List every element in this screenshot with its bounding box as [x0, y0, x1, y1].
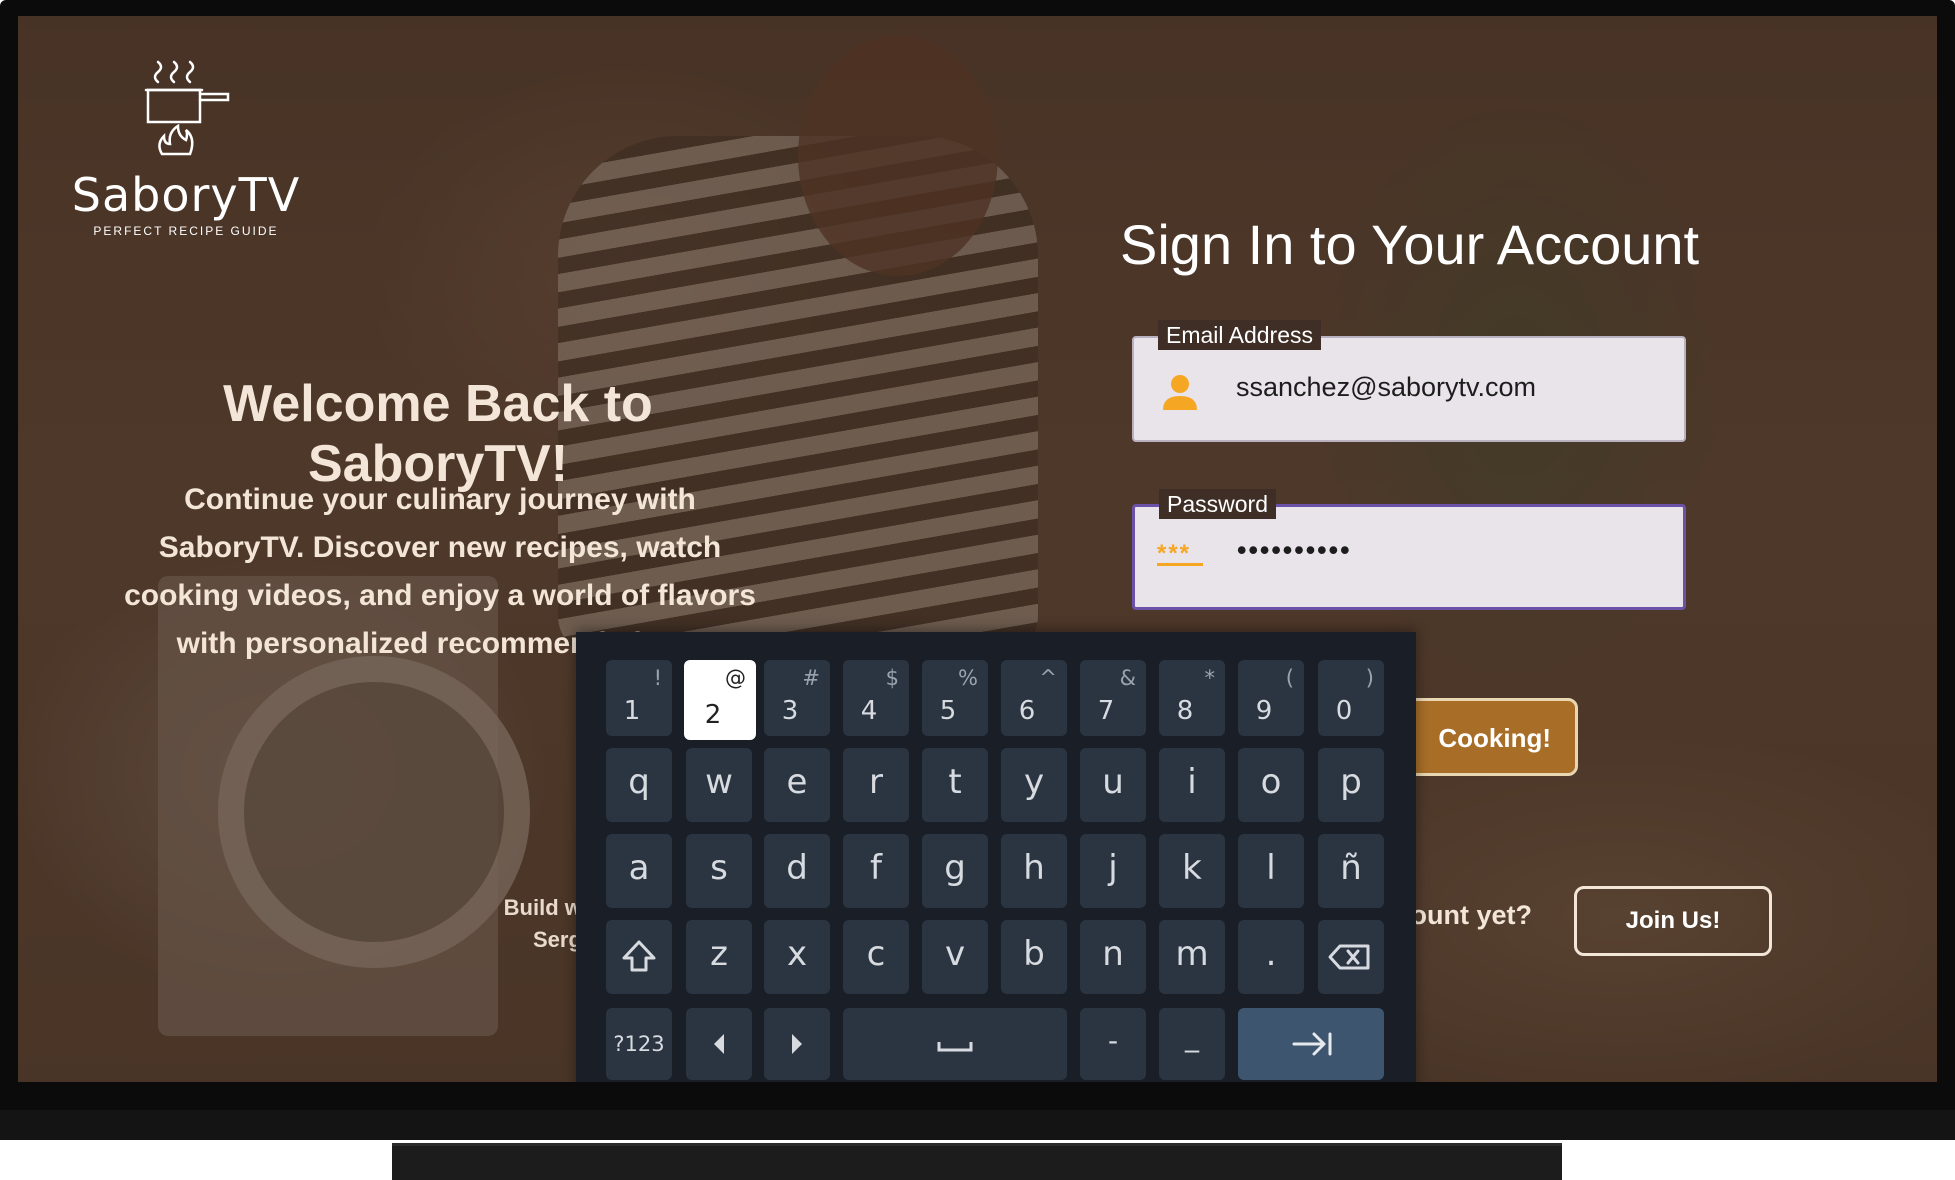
key-0[interactable]: 0) — [1318, 660, 1384, 736]
key-v[interactable]: v — [922, 920, 988, 994]
caret-right-icon — [792, 1034, 802, 1054]
key-c[interactable]: c — [843, 920, 909, 994]
credit-text: Build wi Sergi — [448, 892, 588, 956]
brand-name: SaboryTV — [71, 168, 301, 222]
email-field[interactable]: Email Address ssanchez@saborytv.com — [1132, 320, 1686, 442]
key-u[interactable]: u — [1080, 748, 1146, 822]
key-w[interactable]: w — [686, 748, 752, 822]
key-5[interactable]: 5% — [922, 660, 988, 736]
key-r[interactable]: r — [843, 748, 909, 822]
credit-line-1: Build wi — [503, 895, 588, 920]
key-h[interactable]: h — [1001, 834, 1067, 908]
key-e[interactable]: e — [764, 748, 830, 822]
key-k[interactable]: k — [1159, 834, 1225, 908]
key-8[interactable]: 8 * — [1159, 660, 1225, 736]
brand-tagline: PERFECT RECIPE GUIDE — [93, 224, 279, 238]
backspace-key[interactable] — [1318, 920, 1384, 994]
tv-stand — [392, 1143, 1562, 1180]
backspace-icon — [1328, 944, 1370, 970]
space-bar-icon — [937, 1042, 973, 1052]
key-n[interactable]: n — [1080, 920, 1146, 994]
key-2[interactable]: 2 @ — [684, 660, 756, 740]
key-3[interactable]: 3 # — [764, 660, 830, 736]
key-b[interactable]: b — [1001, 920, 1067, 994]
space-key[interactable] — [843, 1008, 1067, 1080]
key-period[interactable]: . — [1238, 920, 1304, 994]
next-key[interactable] — [1238, 1008, 1384, 1080]
onscreen-keyboard: 1! 2 @ 3 # 4 $ 5% 6 ^ 7 & 8 * 9( 0) q w e r t … — [576, 632, 1416, 1082]
key-4[interactable]: 4 $ — [843, 660, 909, 736]
user-icon — [1163, 375, 1197, 410]
key-y[interactable]: y — [1001, 748, 1067, 822]
key-6[interactable]: 6 ^ — [1001, 660, 1067, 736]
key-g[interactable]: g — [922, 834, 988, 908]
password-label: Password — [1159, 489, 1276, 519]
caret-left-icon — [714, 1034, 724, 1054]
shift-icon — [622, 940, 656, 972]
key-l[interactable]: l — [1238, 834, 1304, 908]
key-m[interactable]: m — [1159, 920, 1225, 994]
key-i[interactable]: i — [1159, 748, 1225, 822]
key-d[interactable]: d — [764, 834, 830, 908]
password-field[interactable]: Password *** •••••••••• — [1132, 489, 1686, 610]
brand-logo: SaboryTV PERFECT RECIPE GUIDE — [66, 52, 306, 238]
key-j[interactable]: j — [1080, 834, 1146, 908]
cooking-pot-icon — [144, 60, 230, 156]
key-a[interactable]: a — [606, 834, 672, 908]
key-o[interactable]: o — [1238, 748, 1304, 822]
key-7[interactable]: 7 & — [1080, 660, 1146, 736]
email-value: ssanchez@saborytv.com — [1236, 372, 1537, 402]
key-underscore[interactable]: _ — [1159, 1008, 1225, 1080]
join-us-button[interactable]: Join Us! — [1574, 886, 1772, 956]
key-p[interactable]: p — [1318, 748, 1384, 822]
tv-frame: SaboryTV PERFECT RECIPE GUIDE Welcome Ba… — [0, 0, 1955, 1140]
key-q[interactable]: q — [606, 748, 672, 822]
email-label: Email Address — [1158, 320, 1322, 350]
key-x[interactable]: x — [764, 920, 830, 994]
tv-screen: SaboryTV PERFECT RECIPE GUIDE Welcome Ba… — [18, 16, 1937, 1082]
tab-arrow-icon — [1292, 1032, 1332, 1056]
password-mask-icon: *** — [1157, 542, 1203, 566]
key-z[interactable]: z — [686, 920, 752, 994]
credit-line-2: Sergi — [532, 927, 588, 952]
shift-key[interactable] — [606, 920, 672, 994]
key-t[interactable]: t — [922, 748, 988, 822]
signin-title: Sign In to Your Account — [1120, 213, 1700, 276]
key-dash[interactable]: - — [1080, 1008, 1146, 1080]
cursor-right-key[interactable] — [764, 1008, 830, 1080]
tv-bezel-bottom — [0, 1110, 1955, 1140]
symbols-key[interactable]: ?123 — [606, 1008, 672, 1080]
key-n-tilde[interactable]: ñ — [1318, 834, 1384, 908]
key-1[interactable]: 1! — [606, 660, 672, 736]
password-value: •••••••••• — [1237, 535, 1352, 565]
key-9[interactable]: 9( — [1238, 660, 1304, 736]
key-s[interactable]: s — [686, 834, 752, 908]
cursor-left-key[interactable] — [686, 1008, 752, 1080]
key-f[interactable]: f — [843, 834, 909, 908]
